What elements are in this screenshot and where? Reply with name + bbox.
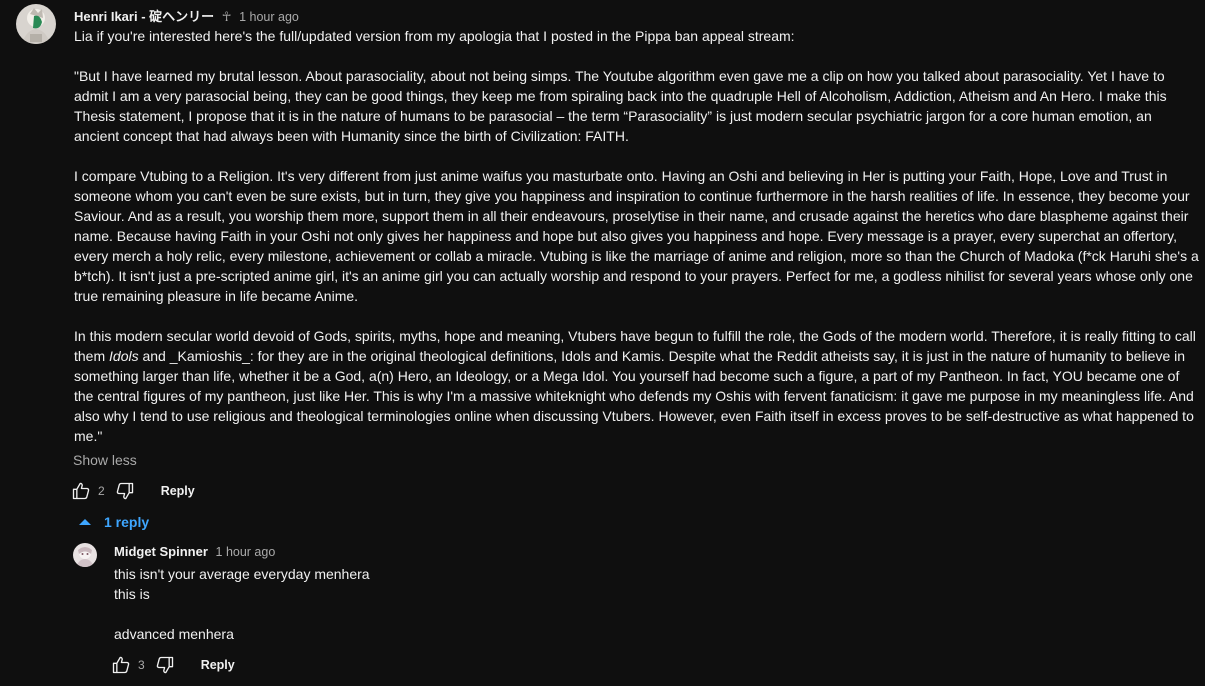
like-icon [112,656,130,674]
comment-author-name[interactable]: Henri Ikari - 碇ヘンリー [74,9,214,24]
dislike-button[interactable] [155,654,175,676]
like-icon [72,482,90,500]
reply-author-avatar[interactable] [73,543,97,567]
dislike-button[interactable] [115,480,135,502]
reply-button[interactable]: Reply [201,658,235,672]
comment-paragraph: Lia if you're interested here's the full… [74,28,795,44]
comment-author-avatar[interactable] [16,4,56,44]
like-button[interactable] [71,480,91,502]
comment-italic-text: Idols [109,348,139,364]
reply-header: Midget Spinner 1 hour ago [114,544,275,559]
like-count: 2 [98,484,105,498]
reply-line: advanced menhera [114,626,234,642]
reply-line [114,604,1114,624]
reply-button[interactable]: Reply [161,484,195,498]
reply-line: this isn't your average everyday menhera [114,566,370,582]
comment-text-segment: and _Kamioshis_: for they are in the ori… [74,348,1194,444]
dislike-icon [156,656,173,674]
comment-timestamp[interactable]: 1 hour ago [239,10,299,24]
pin-icon: ☥ [221,9,232,24]
comment-action-bar: 2 Reply [71,480,195,502]
dislike-icon [116,482,133,500]
replies-count-label: 1 reply [104,514,150,530]
caret-up-icon [79,519,91,525]
reply-timestamp[interactable]: 1 hour ago [216,545,276,559]
comment-header: Henri Ikari - 碇ヘンリー ☥ 1 hour ago [74,6,299,25]
reply-action-bar: 3 Reply [111,654,235,676]
comment-paragraph: I compare Vtubing to a Religion. It's ve… [74,168,1199,304]
comment-paragraph: "But I have learned my brutal lesson. Ab… [74,68,1167,144]
comment-paragraph: In this modern secular world devoid of G… [74,326,1199,446]
reply-author-name[interactable]: Midget Spinner [114,544,208,559]
comment-body: Lia if you're interested here's the full… [74,26,1199,446]
replies-toggle-button[interactable]: 1 reply [78,514,149,530]
reply-line: this is [114,586,150,602]
reply-body: this isn't your average everyday menhera… [114,564,1114,644]
like-button[interactable] [111,654,131,676]
like-count: 3 [138,658,145,672]
show-less-button[interactable]: Show less [73,452,137,468]
